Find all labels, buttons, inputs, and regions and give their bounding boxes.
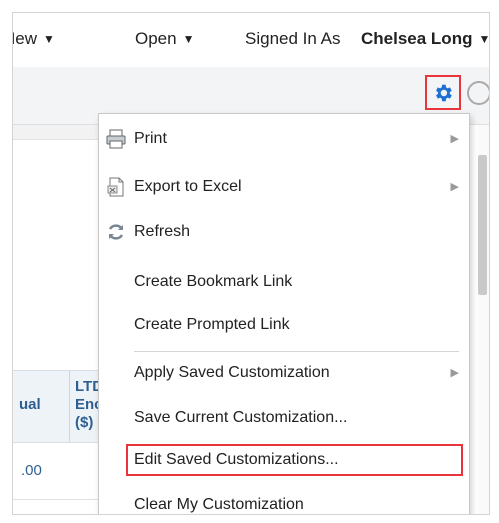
background-scroll-area [478, 125, 489, 514]
excel-file-icon [107, 177, 124, 197]
menu-item-label: Apply Saved Customization [134, 364, 330, 381]
open-menu-label: Open [135, 29, 177, 48]
chevron-right-icon: ▶ [450, 367, 459, 379]
caret-down-icon: ▼ [478, 32, 490, 46]
column-header-ltd-line3: ($) [75, 414, 94, 431]
menu-item-label: Print [134, 130, 167, 147]
menu-item-clear-my-customization[interactable]: Clear My Customization [99, 485, 469, 514]
caret-down-icon: ▼ [182, 32, 195, 46]
menu-item-create-prompted-link[interactable]: Create Prompted Link [99, 305, 469, 345]
menu-item-label: Save Current Customization... [134, 409, 348, 426]
menu-item-create-bookmark-link[interactable]: Create Bookmark Link [99, 262, 469, 302]
page-options-button[interactable] [425, 75, 461, 110]
chevron-right-icon: ▶ [450, 133, 459, 145]
menu-item-apply-saved-customization[interactable]: Apply Saved Customization ▶ [99, 353, 469, 393]
application-window: New ▼ Open ▼ Signed In As Chelsea Long ▼ ua… [12, 12, 490, 515]
circle-button-icon[interactable] [467, 81, 489, 105]
menu-separator [134, 351, 459, 352]
menu-item-label: Create Prompted Link [134, 316, 290, 333]
menu-item-export-excel[interactable]: Export to Excel ▶ [99, 167, 469, 207]
table-header: ual LTD Enc ($) [13, 370, 108, 443]
top-menu-bar: New ▼ Open ▼ Signed In As Chelsea Long ▼ [13, 13, 489, 67]
menu-item-label: Clear My Customization [134, 496, 304, 513]
column-divider [69, 371, 70, 442]
refresh-icon [108, 224, 124, 240]
cell-value: .00 [21, 462, 42, 479]
user-name: Chelsea Long [361, 29, 473, 48]
menu-item-print[interactable]: Print ▶ [99, 119, 469, 159]
printer-icon [106, 129, 126, 149]
menu-item-label: Edit Saved Customizations... [134, 451, 339, 468]
menu-item-refresh[interactable]: Refresh [99, 212, 469, 252]
chevron-right-icon: ▶ [450, 181, 459, 193]
column-header-annual: ual [19, 396, 41, 413]
page-options-menu: Print ▶ Export to Excel ▶ Refresh Create… [98, 113, 470, 514]
user-menu[interactable]: Chelsea Long ▼ [361, 29, 490, 49]
row-divider [13, 499, 108, 500]
new-menu-label: New [13, 29, 38, 48]
new-menu[interactable]: New ▼ [13, 29, 55, 49]
menu-item-label: Create Bookmark Link [134, 273, 293, 290]
menu-item-edit-saved-customizations[interactable]: Edit Saved Customizations... [99, 440, 469, 480]
background-report: ual LTD Enc ($) .00 [13, 125, 108, 514]
scrollbar-thumb[interactable] [478, 155, 487, 295]
gear-icon [436, 84, 452, 101]
open-menu[interactable]: Open ▼ [135, 29, 194, 49]
report-header-strip [13, 125, 108, 140]
menu-item-save-current-customization[interactable]: Save Current Customization... [99, 398, 469, 438]
menu-item-label: Refresh [134, 223, 191, 240]
caret-down-icon: ▼ [43, 32, 55, 46]
signed-in-label: Signed In As [245, 29, 341, 48]
menu-item-label: Export to Excel [134, 178, 242, 195]
